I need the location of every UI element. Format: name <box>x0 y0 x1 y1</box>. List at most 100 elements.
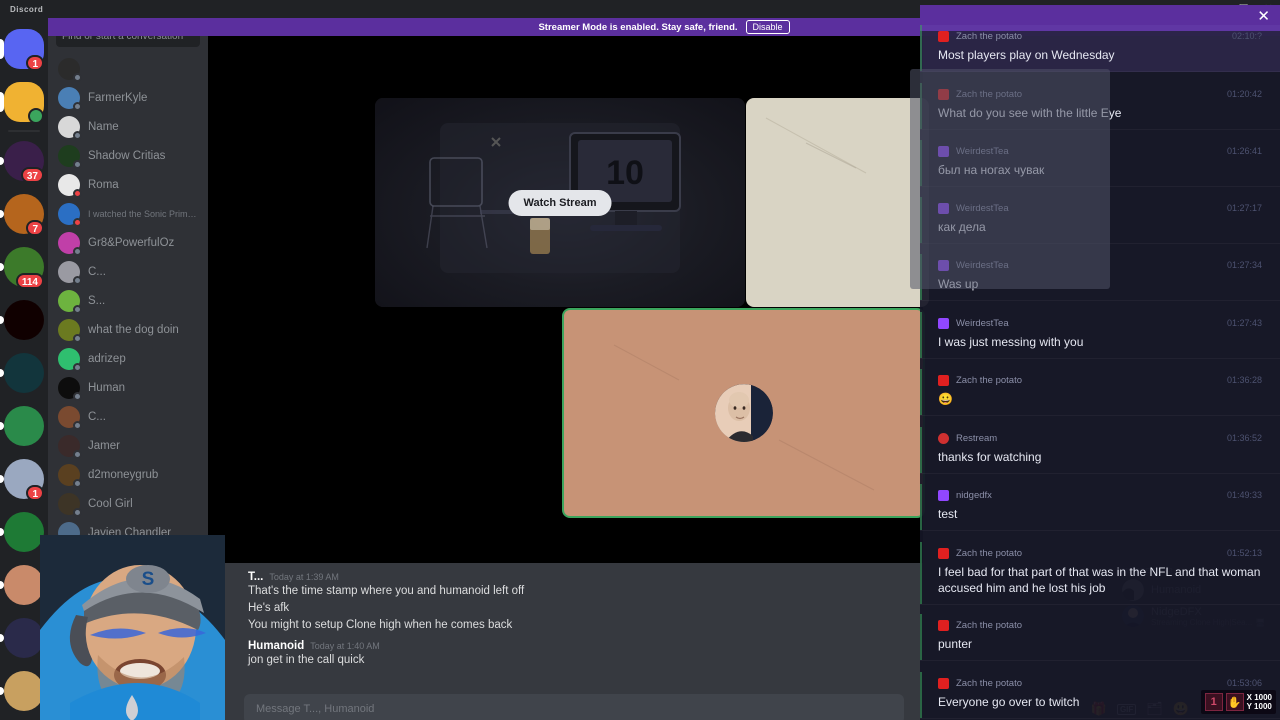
avatar <box>58 318 82 343</box>
hud-hand-icon: ✋ <box>1225 693 1244 711</box>
server-avatar <box>4 670 44 711</box>
beige-screen-tile[interactable] <box>746 98 929 307</box>
chat-text: I feel bad for that part of that was in … <box>938 565 1261 595</box>
server-icon-server-green-guy[interactable]: 114 <box>0 240 48 293</box>
server-icon-server-gaming-with-friends[interactable] <box>0 399 48 452</box>
presence-dot <box>73 275 82 285</box>
server-icon-discord-home[interactable]: 1 <box>0 22 48 75</box>
youtube-icon <box>938 31 949 42</box>
notification-badge: 1 <box>26 485 44 501</box>
chat-timestamp: 01:27:34 <box>1226 260 1262 270</box>
chat-author: WeirdestTea <box>956 318 1009 329</box>
dm-item-s-[interactable]: S... <box>54 286 202 315</box>
dm-item-name[interactable]: Name <box>54 112 202 141</box>
chat-timestamp: 01:27:43 <box>1226 318 1262 328</box>
server-avatar <box>4 511 44 552</box>
presence-dot <box>73 449 82 459</box>
stream-placeholder-tile[interactable]: 10 Watch Stream <box>375 98 745 307</box>
dm-item-human[interactable]: Human <box>54 373 202 402</box>
dm-item-roma[interactable]: Roma <box>54 170 202 199</box>
close-icon[interactable]: ✕ <box>1257 9 1270 24</box>
dm-name: Shadow Critias <box>88 149 166 162</box>
chat-message-header: Zach the potato <box>938 620 1262 631</box>
dm-item-gr8-powerfuloz[interactable]: Gr8&PowerfulOz <box>54 228 202 257</box>
chat-text: I was just messing with you <box>938 335 1084 349</box>
youtube-icon <box>938 375 949 386</box>
dm-name: FarmerKyle <box>88 91 148 104</box>
presence-dot <box>73 72 82 82</box>
server-avatar <box>4 564 44 605</box>
avatar <box>58 57 82 82</box>
message-header: T... Today at 1:39 AM <box>248 571 911 583</box>
dm-name: Cool Girl <box>88 497 133 510</box>
youtube-icon <box>938 548 949 559</box>
chat-message-header: nidgedfx <box>938 490 1262 501</box>
watch-stream-button[interactable]: Watch Stream <box>508 189 612 216</box>
server-icon-server-blue-cat[interactable]: 1 <box>0 452 48 505</box>
chat-timestamp: 01:20:42 <box>1226 89 1262 99</box>
server-icon-server-dreams[interactable] <box>0 293 48 346</box>
dm-item-c-[interactable]: C... <box>54 402 202 431</box>
server-icon-server-pizza[interactable]: 7 <box>0 187 48 240</box>
presence-dot <box>73 217 82 227</box>
presence-dot <box>73 507 82 517</box>
coordinate-hud: 1 ✋ X 1000 Y 1000 <box>1200 690 1276 714</box>
avatar <box>714 384 773 442</box>
presence-dot <box>73 420 82 430</box>
dm-item-what-the-dog-doin[interactable]: what the dog doin <box>54 315 202 344</box>
chat-text: Most players play on Wednesday <box>938 48 1115 62</box>
dm-name: Jamer <box>88 439 120 452</box>
restream-icon <box>938 433 949 444</box>
dm-item-i-watched-the-sonic-prim[interactable]: I watched the Sonic Prime 2 s... <box>54 199 202 228</box>
dm-item-farmerkyle[interactable]: FarmerKyle <box>54 83 202 112</box>
dm-item-c-[interactable]: C... <box>54 257 202 286</box>
avatar <box>58 376 82 401</box>
avatar <box>58 202 82 227</box>
call-area: 10 Watch Stream <box>208 33 929 563</box>
chat-overlay-message: Zach the potato 01:36:28 😀 <box>920 369 1280 416</box>
chat-message-header: Zach the potato <box>938 548 1262 559</box>
dm-item-cool-girl[interactable]: Cool Girl <box>54 489 202 518</box>
dm-item-0[interactable] <box>54 54 202 83</box>
message-accent-bar <box>920 312 922 358</box>
dm-name: d2moneygrub <box>88 468 159 481</box>
tan-screen-tile[interactable] <box>562 308 925 518</box>
avatar <box>58 260 82 285</box>
dm-item-jamer[interactable]: Jamer <box>54 431 202 460</box>
avatar <box>58 289 82 314</box>
message-group: Humanoid Today at 1:40 AM jon get in the c… <box>248 640 911 669</box>
message-header: Humanoid Today at 1:40 AM <box>248 640 911 652</box>
dm-item-adrizep[interactable]: adrizep <box>54 344 202 373</box>
disable-button[interactable]: Disable <box>745 20 790 34</box>
message-accent-bar <box>920 369 922 415</box>
chat-overlay-message: WeirdestTea 01:27:43 I was just messing wi… <box>920 312 1280 359</box>
avatar <box>58 86 82 111</box>
message-accent-bar <box>920 672 922 718</box>
dm-name: what the dog doin <box>88 323 179 336</box>
chat-overlay-message: Zach the potato 01:52:13 I feel bad for th… <box>920 542 1280 605</box>
avatar <box>58 492 82 517</box>
presence-dot <box>73 246 82 256</box>
server-icon-server-teal-crest[interactable] <box>0 346 48 399</box>
svg-text:S: S <box>142 569 155 590</box>
chat-timestamp: 01:49:33 <box>1226 490 1262 500</box>
chat-timestamp: 02:10:? <box>1231 31 1262 41</box>
chat-message-header: Zach the potato <box>938 375 1262 386</box>
rail-divider <box>8 130 40 132</box>
webcam-overlay: S <box>40 535 225 720</box>
message-group: T... Today at 1:39 AM That's the time stam… <box>248 571 911 634</box>
chat-overlay-message: nidgedfx 01:49:33 test <box>920 484 1280 531</box>
server-icon-server-purple-blob[interactable]: 37 <box>0 134 48 187</box>
avatar <box>58 463 82 488</box>
message-input[interactable]: Message T..., Humanoid 🎁GIF🗂😃 <box>244 694 1189 720</box>
chat-author: Zach the potato <box>956 548 1023 559</box>
avatar <box>58 434 82 459</box>
dm-item-d2moneygrub[interactable]: d2moneygrub <box>54 460 202 489</box>
message-timestamp: Today at 1:39 AM <box>269 572 339 582</box>
message-line: He's afk <box>248 602 290 614</box>
avatar <box>58 405 82 430</box>
server-icon-friends[interactable] <box>0 75 48 128</box>
dm-name: S... <box>88 294 106 307</box>
dm-name: adrizep <box>88 352 126 365</box>
dm-item-shadow-critias[interactable]: Shadow Critias <box>54 141 202 170</box>
